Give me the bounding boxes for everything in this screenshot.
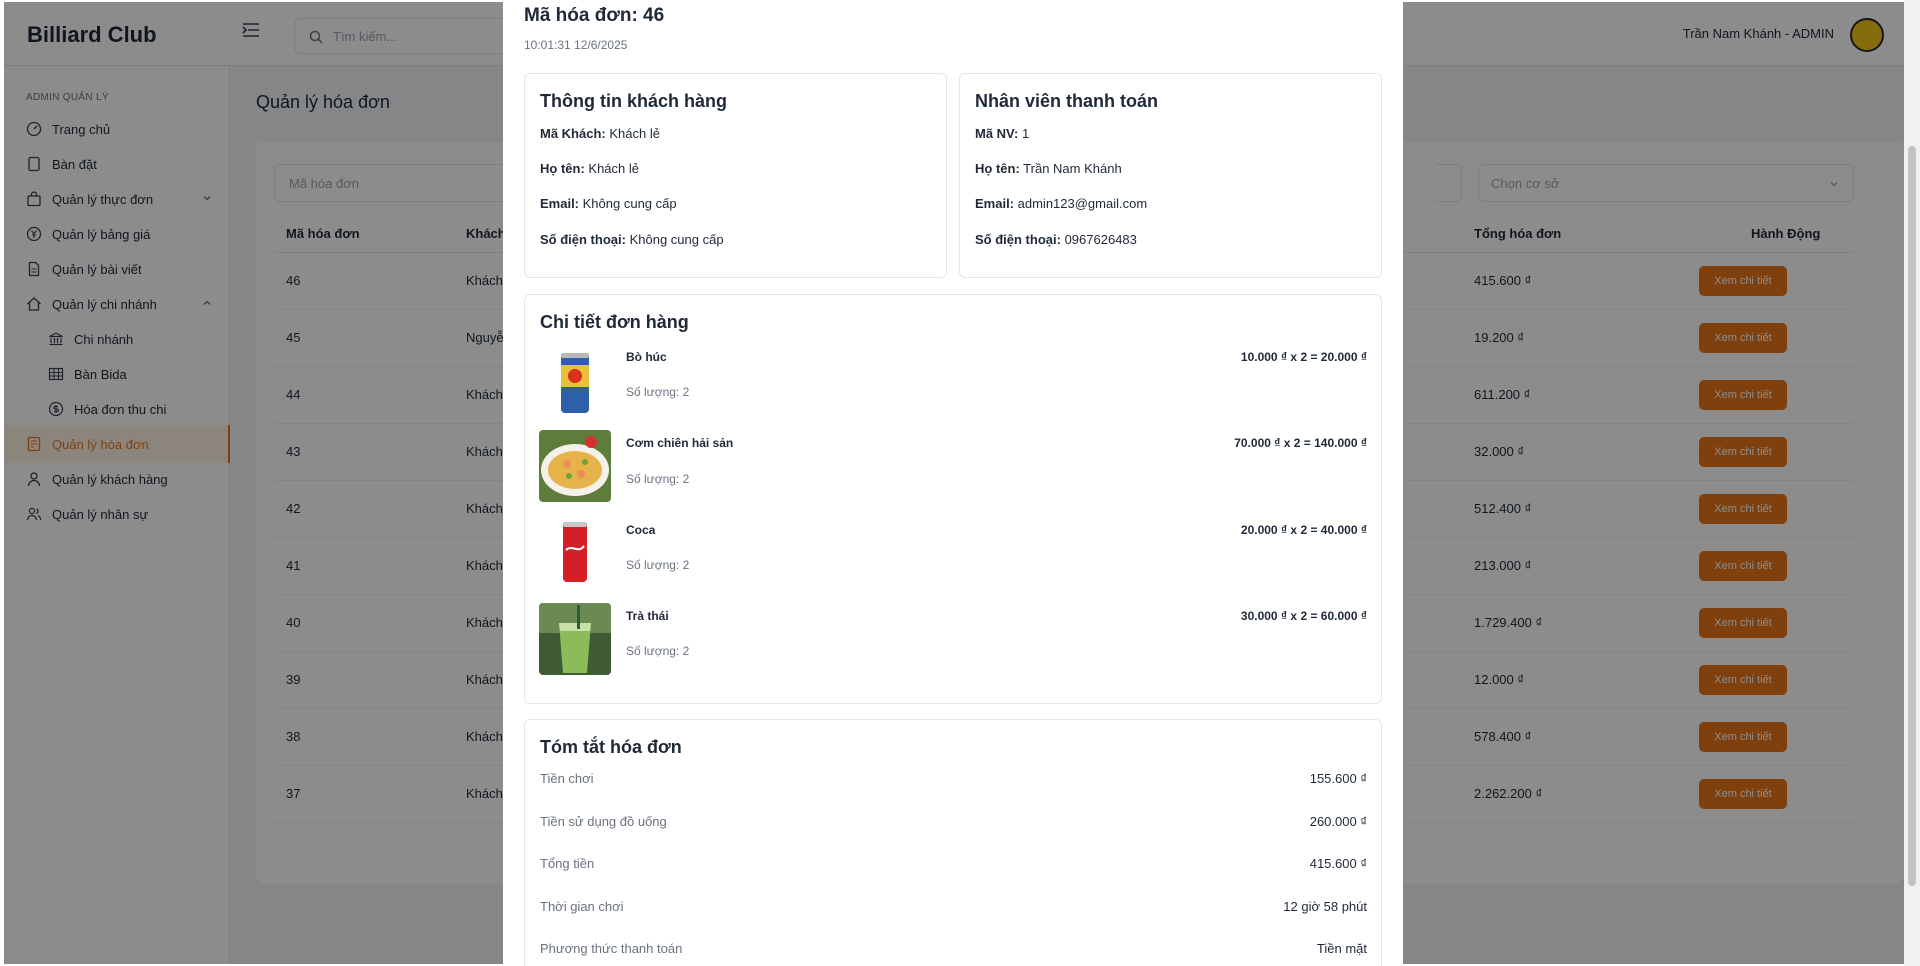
summary-label: Tiền chơi	[540, 771, 594, 786]
summary-value: 415.600 ₫	[1309, 856, 1367, 871]
item-image-cola	[539, 516, 611, 588]
page-scrollbar[interactable]	[1904, 0, 1920, 966]
item-price: 70.000 ₫ x 2 = 140.000 ₫	[1234, 436, 1367, 450]
item-quantity: Số lượng: 2	[626, 385, 690, 399]
item-quantity: Số lượng: 2	[626, 644, 690, 658]
customer-phone-field: Số điện thoại: Không cung cấp	[540, 232, 724, 247]
staff-info-card: Nhân viên thanh toán Mã NV: 1 Họ tên: Tr…	[959, 73, 1382, 278]
customer-info-card: Thông tin khách hàng Mã Khách: Khách lẻ …	[524, 73, 947, 278]
invoice-summary-heading: Tóm tắt hóa đơn	[540, 737, 682, 757]
summary-label: Phương thức thanh toán	[540, 941, 683, 956]
item-image-fried-rice	[539, 430, 611, 502]
invoice-time: 10:01:31 12/6/2025	[524, 38, 628, 52]
staff-info-heading: Nhân viên thanh toán	[975, 91, 1159, 111]
staff-phone-field: Số điện thoại: 0967626483	[975, 232, 1137, 247]
item-quantity: Số lượng: 2	[626, 558, 690, 572]
scrollbar-thumb[interactable]	[1908, 146, 1916, 886]
item-name: Trà thái	[626, 609, 669, 623]
summary-value: 12 giờ 58 phút	[1283, 899, 1367, 914]
item-quantity: Số lượng: 2	[626, 472, 690, 486]
invoice-summary-card: Tóm tắt hóa đơn Tiền chơi 155.600 ₫ Tiền…	[524, 719, 1382, 966]
staff-id-field: Mã NV: 1	[975, 126, 1030, 141]
order-details-card: Chi tiết đơn hàng Bò húc Số lượng: 2 10.…	[524, 294, 1382, 704]
customer-email-field: Email: Không cung cấp	[540, 196, 677, 211]
staff-email-field: Email: admin123@gmail.com	[975, 196, 1148, 211]
staff-name-field: Họ tên: Trần Nam Khánh	[975, 161, 1122, 176]
item-name: Coca	[626, 523, 656, 537]
summary-label: Thời gian chơi	[540, 899, 624, 914]
order-details-heading: Chi tiết đơn hàng	[540, 312, 689, 332]
item-image-energy-drink	[539, 347, 611, 419]
summary-value: Tiền mặt	[1316, 941, 1367, 956]
customer-name-field: Họ tên: Khách lẻ	[540, 161, 639, 176]
item-price: 10.000 ₫ x 2 = 20.000 ₫	[1240, 350, 1367, 364]
customer-id-field: Mã Khách: Khách lẻ	[540, 126, 660, 141]
item-price: 30.000 ₫ x 2 = 60.000 ₫	[1240, 609, 1367, 623]
item-name: Cơm chiên hải sản	[626, 436, 734, 450]
item-price: 20.000 ₫ x 2 = 40.000 ₫	[1240, 523, 1367, 537]
invoice-detail-modal: Mã hóa đơn: 46 10:01:31 12/6/2025 Thông …	[503, 0, 1403, 966]
summary-value: 155.600 ₫	[1309, 771, 1367, 786]
invoice-title: Mã hóa đơn: 46	[524, 5, 665, 26]
summary-label: Tiền sử dụng đồ uống	[540, 814, 667, 829]
item-name: Bò húc	[626, 350, 667, 364]
summary-value: 260.000 ₫	[1309, 814, 1367, 829]
customer-info-heading: Thông tin khách hàng	[540, 91, 727, 111]
summary-label: Tổng tiền	[540, 856, 595, 871]
item-image-green-tea	[539, 603, 611, 675]
